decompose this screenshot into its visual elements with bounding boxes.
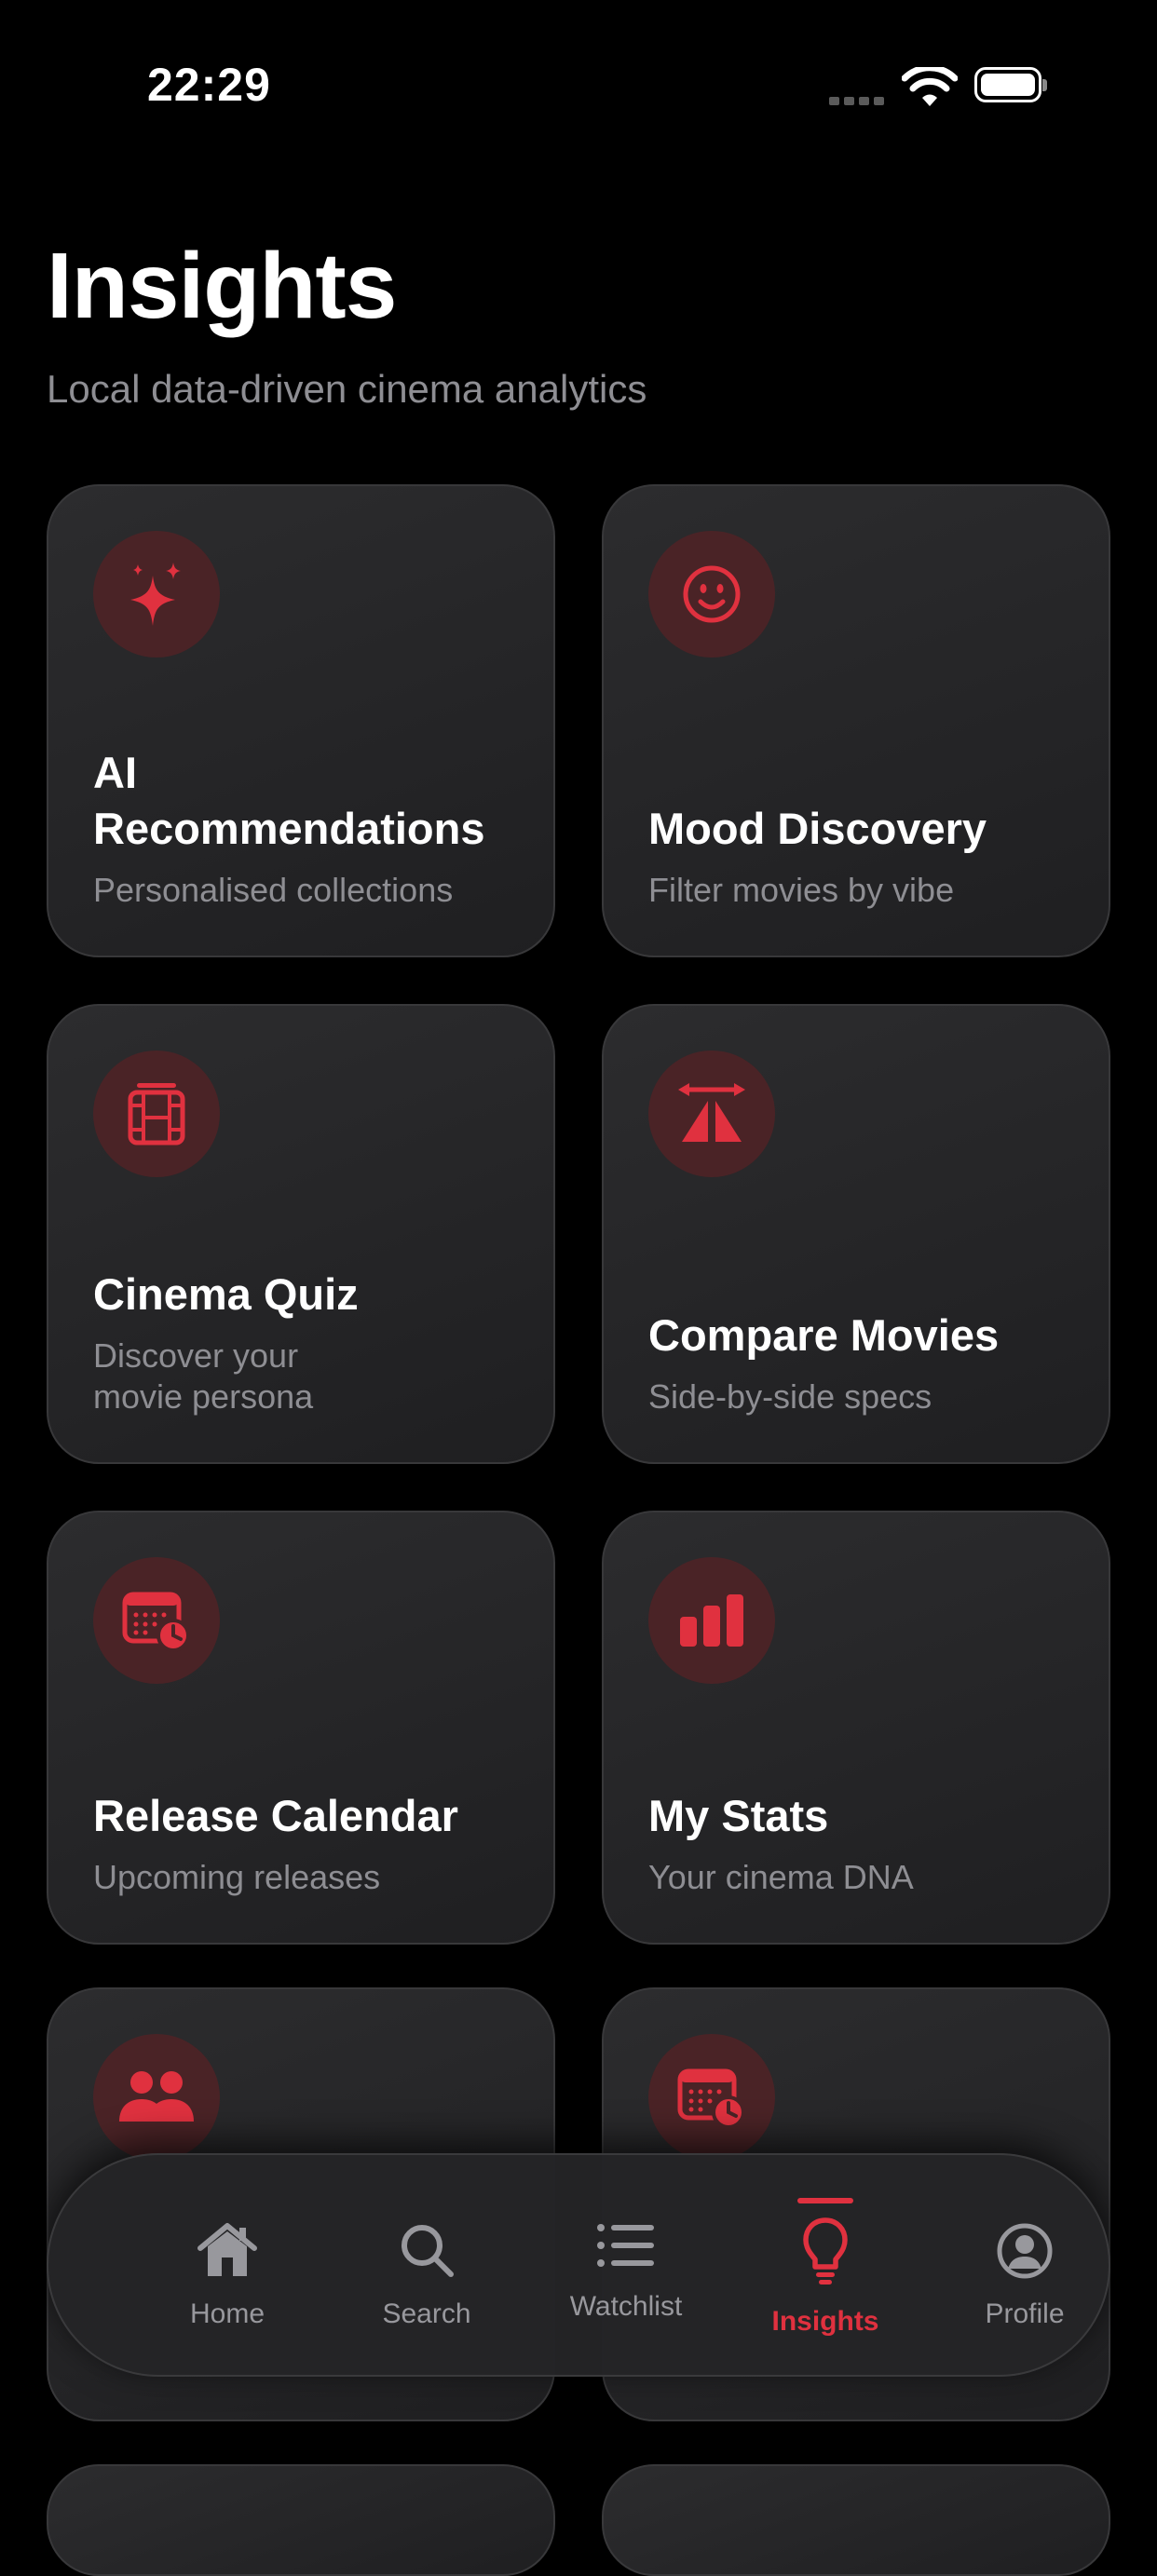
card-my-stats[interactable]: My Stats Your cinema DNA (602, 1511, 1110, 1945)
card-title: Cinema Quiz (93, 1269, 359, 1319)
status-bar: 22:29 (0, 0, 1157, 140)
page-subtitle: Local data-driven cinema analytics (47, 367, 647, 411)
tab-label: Profile (985, 2298, 1065, 2329)
bar-chart-icon (648, 1557, 775, 1684)
tab-label: Watchlist (569, 2291, 683, 2322)
tab-label: Search (382, 2298, 471, 2329)
film-strip-icon (93, 1051, 220, 1177)
tab-insights[interactable]: Insights (726, 2155, 925, 2379)
card-title: My Stats (648, 1791, 829, 1840)
tab-label: Insights (771, 2306, 879, 2337)
tab-label: Home (189, 2298, 265, 2329)
magnifier-icon (327, 2222, 526, 2278)
card-peek-left[interactable] (47, 2464, 555, 2576)
card-compare-movies[interactable]: Compare Movies Side-by-side specs (602, 1004, 1110, 1464)
people-icon (93, 2034, 220, 2161)
card-title: AI Recommendations (93, 748, 485, 853)
status-time: 22:29 (147, 59, 271, 111)
card-subtitle: Your cinema DNA (648, 1858, 914, 1896)
card-title: Compare Movies (648, 1310, 1000, 1360)
wifi-icon (901, 64, 959, 113)
card-mood-discovery[interactable]: Mood Discovery Filter movies by vibe (602, 484, 1110, 957)
tab-search[interactable]: Search (327, 2155, 526, 2379)
card-peek-right[interactable] (602, 2464, 1110, 2576)
card-subtitle: Personalised collections (93, 871, 454, 909)
lightbulb-icon (726, 2217, 925, 2287)
calendar-clock-icon (648, 2034, 775, 2161)
card-release-calendar[interactable]: Release Calendar Upcoming releases (47, 1511, 555, 1945)
card-title: Release Calendar (93, 1791, 458, 1840)
cellular-signal-icon (829, 93, 889, 110)
compare-arrows-icon (648, 1051, 775, 1177)
page-title: Insights (47, 234, 397, 338)
sparkles-icon (93, 531, 220, 658)
card-subtitle: Side-by-side specs (648, 1377, 932, 1416)
card-subtitle: Filter movies by vibe (648, 871, 955, 909)
smiley-face-icon (648, 531, 775, 658)
calendar-clock-icon (93, 1557, 220, 1684)
house-icon (128, 2222, 327, 2278)
tab-home[interactable]: Home (128, 2155, 327, 2379)
card-subtitle: Upcoming releases (93, 1858, 381, 1896)
card-ai-recommendations[interactable]: AI Recommendations Personalised collecti… (47, 484, 555, 957)
card-cinema-quiz[interactable]: Cinema Quiz Discover your movie persona (47, 1004, 555, 1464)
card-title: Mood Discovery (648, 804, 987, 853)
person-circle-icon (925, 2222, 1124, 2280)
battery-icon (974, 67, 1049, 104)
list-icon (526, 2222, 726, 2269)
tab-bar: Home Search Watchlist Insights Profile (47, 2153, 1110, 2377)
tab-profile[interactable]: Profile (925, 2155, 1124, 2379)
active-tab-indicator (797, 2198, 853, 2203)
tab-watchlist[interactable]: Watchlist (526, 2155, 726, 2379)
card-subtitle: Discover your movie persona (93, 1336, 314, 1416)
